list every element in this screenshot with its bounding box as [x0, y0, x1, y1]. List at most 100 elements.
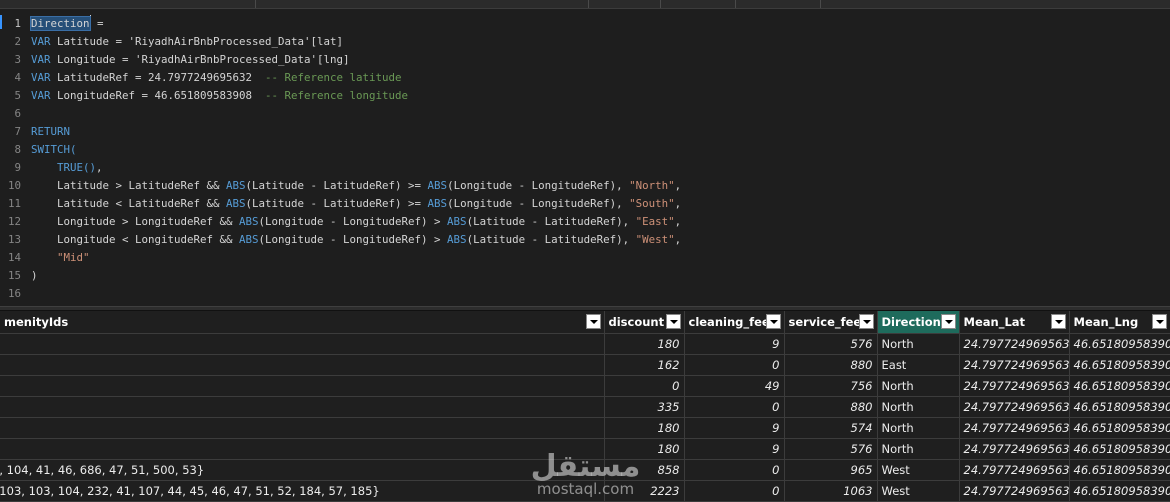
cleaning-fee-cell[interactable]: 9	[684, 417, 785, 439]
mean-lat-cell[interactable]: 24.7977249695632	[959, 354, 1070, 376]
discount-cell[interactable]: 180	[604, 417, 685, 439]
column-header[interactable]: discount	[604, 311, 685, 334]
filter-dropdown-icon[interactable]	[1151, 314, 1167, 329]
mean-lng-cell[interactable]: 46.651809583908	[1069, 438, 1170, 460]
code-line[interactable]: 16	[0, 285, 1170, 303]
tab-separator	[735, 0, 736, 8]
service-fee-cell[interactable]: 576	[784, 438, 878, 460]
filter-dropdown-icon[interactable]	[665, 314, 681, 329]
mean-lng-cell[interactable]: 46.651809583908	[1069, 417, 1170, 439]
amenity-ids-cell[interactable]	[0, 417, 605, 439]
discount-cell[interactable]: 180	[604, 438, 685, 460]
discount-cell[interactable]: 162	[604, 354, 685, 376]
code-line[interactable]: 10 Latitude > LatitudeRef && ABS(Latitud…	[0, 177, 1170, 195]
table-row[interactable]: 335 0 880 North 24.7977249695632 46.651809583…	[0, 396, 1170, 418]
table-row[interactable]: 0 49 756 North 24.7977249695632 46.6518095839…	[0, 375, 1170, 397]
service-fee-cell[interactable]: 965	[784, 459, 878, 481]
service-fee-cell[interactable]: 880	[784, 396, 878, 418]
discount-cell[interactable]: 858	[604, 459, 685, 481]
filter-dropdown-icon[interactable]	[858, 314, 874, 329]
mean-lng-cell[interactable]: 46.651809583908	[1069, 354, 1170, 376]
filter-dropdown-icon[interactable]	[765, 314, 781, 329]
table-row[interactable]: 162 0 880 East 24.7977249695632 46.6518095839…	[0, 354, 1170, 376]
direction-cell[interactable]: North	[877, 417, 960, 439]
code-line[interactable]: 13 Longitude < LongitudeRef && ABS(Longi…	[0, 231, 1170, 249]
column-header[interactable]: cleaning_fee	[684, 311, 785, 334]
amenity-ids-cell[interactable]	[0, 396, 605, 418]
code-token: ABS	[447, 215, 467, 228]
code-line[interactable]: 5 VAR LongitudeRef = 46.651809583908 -- R…	[0, 87, 1170, 105]
cleaning-fee-cell[interactable]: 0	[684, 354, 785, 376]
column-header[interactable]: service_fee	[784, 311, 878, 334]
mean-lat-cell[interactable]: 24.7977249695632	[959, 459, 1070, 481]
code-token: LatitudeRef = 24.7977249695632	[50, 71, 266, 84]
mean-lng-cell[interactable]: 46.651809583908	[1069, 459, 1170, 481]
filter-dropdown-icon[interactable]	[1050, 314, 1066, 329]
code-line[interactable]: 11 Latitude < LatitudeRef && ABS(Latitud…	[0, 195, 1170, 213]
code-line[interactable]: 15)	[0, 267, 1170, 285]
amenity-ids-cell[interactable]	[0, 354, 605, 376]
code-line[interactable]: 2 VAR Latitude = 'RiyadhAirBnbProcessed_D…	[0, 33, 1170, 51]
direction-cell[interactable]: West	[877, 480, 960, 502]
code-line[interactable]: 6	[0, 105, 1170, 123]
direction-cell[interactable]: North	[877, 375, 960, 397]
service-fee-cell[interactable]: 880	[784, 354, 878, 376]
discount-cell[interactable]: 0	[604, 375, 685, 397]
cleaning-fee-cell[interactable]: 0	[684, 480, 785, 502]
code-line[interactable]: 8 SWITCH(	[0, 141, 1170, 159]
code-line[interactable]: 3 VAR Longitude = 'RiyadhAirBnbProcessed_…	[0, 51, 1170, 69]
mean-lng-cell[interactable]: 46.651809583908	[1069, 333, 1170, 355]
mean-lat-cell[interactable]: 24.7977249695632	[959, 375, 1070, 397]
service-fee-cell[interactable]: 1063	[784, 480, 878, 502]
amenity-ids-cell[interactable]	[0, 438, 605, 460]
mean-lat-cell[interactable]: 24.7977249695632	[959, 480, 1070, 502]
amenity-ids-text: , 103, 103, 104, 232, 41, 107, 44, 45, 4…	[0, 483, 380, 498]
table-row[interactable]: 180 9 576 North 24.7977249695632 46.651809583…	[0, 333, 1170, 355]
discount-cell[interactable]: 2223	[604, 480, 685, 502]
column-header[interactable]: Mean_Lng	[1069, 311, 1170, 334]
direction-cell[interactable]: East	[877, 354, 960, 376]
service-fee-cell[interactable]: 756	[784, 375, 878, 397]
direction-cell[interactable]: North	[877, 333, 960, 355]
code-line[interactable]: 7 RETURN	[0, 123, 1170, 141]
table-row[interactable]: 180 9 576 North 24.7977249695632 46.651809583…	[0, 438, 1170, 460]
mean-lat-cell[interactable]: 24.7977249695632	[959, 333, 1070, 355]
mean-lng-cell[interactable]: 46.651809583908	[1069, 480, 1170, 502]
filter-dropdown-icon[interactable]	[585, 314, 601, 329]
service-fee-cell[interactable]: 574	[784, 417, 878, 439]
direction-cell[interactable]: West	[877, 459, 960, 481]
code-line[interactable]: 12 Longitude > LongitudeRef && ABS(Longi…	[0, 213, 1170, 231]
discount-cell[interactable]: 335	[604, 396, 685, 418]
mean-lng-cell[interactable]: 46.651809583908	[1069, 375, 1170, 397]
code-line[interactable]: 4 VAR LatitudeRef = 24.7977249695632 -- R…	[0, 69, 1170, 87]
cleaning-fee-cell[interactable]: 49	[684, 375, 785, 397]
table-row[interactable]: 180 9 574 North 24.7977249695632 46.651809583…	[0, 417, 1170, 439]
amenity-ids-cell[interactable]	[0, 333, 605, 355]
direction-cell[interactable]: North	[877, 438, 960, 460]
amenity-ids-cell[interactable]: , 103, 103, 104, 232, 41, 107, 44, 45, 4…	[0, 480, 605, 502]
cleaning-fee-cell[interactable]: 0	[684, 459, 785, 481]
table-row[interactable]: , 103, 103, 104, 232, 41, 107, 44, 45, 4…	[0, 480, 1170, 502]
column-header[interactable]: menityIds	[0, 311, 605, 334]
service-fee-cell[interactable]: 576	[784, 333, 878, 355]
code-line[interactable]: 9 TRUE(),	[0, 159, 1170, 177]
filter-dropdown-icon[interactable]	[940, 314, 956, 329]
discount-cell[interactable]: 180	[604, 333, 685, 355]
amenity-ids-cell[interactable]: 0, 104, 41, 46, 686, 47, 51, 500, 53}	[0, 459, 605, 481]
direction-cell[interactable]: North	[877, 396, 960, 418]
code-line[interactable]: 1 Direction =	[0, 15, 1170, 33]
column-header[interactable]: Mean_Lat	[959, 311, 1070, 334]
code-line[interactable]: 14 "Mid"	[0, 249, 1170, 267]
mean-lng-cell[interactable]: 46.651809583908	[1069, 396, 1170, 418]
mean-lat-cell[interactable]: 24.7977249695632	[959, 438, 1070, 460]
dax-formula-editor[interactable]: 1 Direction = 2 VAR Latitude = 'RiyadhAirBn…	[0, 9, 1170, 306]
mean-lat-cell[interactable]: 24.7977249695632	[959, 417, 1070, 439]
amenity-ids-cell[interactable]	[0, 375, 605, 397]
cleaning-fee-cell[interactable]: 0	[684, 396, 785, 418]
column-header[interactable]: Direction	[877, 311, 960, 334]
cleaning-fee-cell[interactable]: 9	[684, 333, 785, 355]
mean-lat-cell[interactable]: 24.7977249695632	[959, 396, 1070, 418]
cleaning-fee-cell[interactable]: 9	[684, 438, 785, 460]
code-token: (Latitude - LatitudeRef),	[466, 233, 636, 246]
table-row[interactable]: 0, 104, 41, 46, 686, 47, 51, 500, 53} 858…	[0, 459, 1170, 481]
